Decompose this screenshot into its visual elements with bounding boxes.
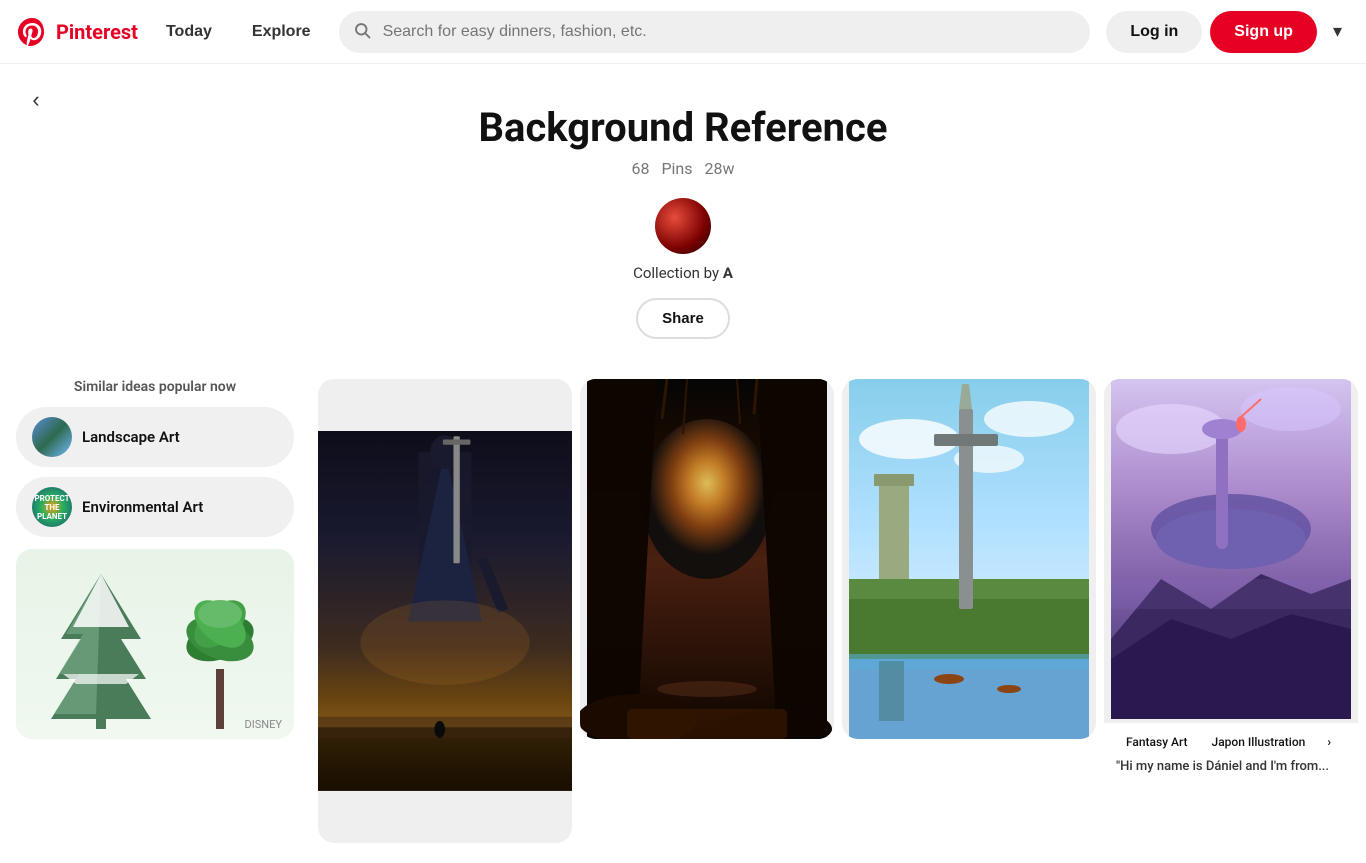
env-thumb-image: PROTECT THE PLANET: [32, 487, 72, 527]
disney-credit: DISNEY: [245, 718, 282, 731]
search-icon: [353, 21, 371, 43]
avatar-wrap: [20, 198, 1346, 254]
similar-item-landscape[interactable]: Landscape Art: [16, 407, 294, 467]
logo[interactable]: Pinterest: [16, 16, 138, 48]
pinterest-wordmark: Pinterest: [56, 20, 138, 44]
time-ago: 28w: [704, 159, 734, 178]
trees-illustration: DISNEY: [16, 549, 294, 739]
collection-meta: 68 Pins 28w: [20, 159, 1346, 178]
snowy-tree-icon: [51, 569, 151, 729]
similar-ideas-heading: Similar ideas popular now: [16, 379, 294, 395]
avatar-image: [655, 198, 711, 254]
pin-column-1: Fantasy Concept Art Fantasy Charac › D&D…: [318, 379, 572, 843]
pin-tag-more-4[interactable]: ›: [1319, 731, 1339, 753]
share-button[interactable]: Share: [636, 298, 730, 339]
pins-label: Pins: [661, 159, 692, 178]
header-right: Log in Sign up ▾: [1106, 11, 1350, 53]
pin-card-3[interactable]: [842, 379, 1096, 739]
collection-by-label: Collection by: [633, 264, 719, 282]
main-content: Background Reference 68 Pins 28w Collect…: [0, 0, 1366, 863]
login-button[interactable]: Log in: [1106, 11, 1202, 53]
sidebar-trees-image: DISNEY: [16, 549, 294, 739]
landscape-art-label: Landscape Art: [82, 428, 180, 446]
landscape-art-thumb: [32, 417, 72, 457]
collection-title: Background Reference: [20, 104, 1346, 151]
environmental-art-label: Environmental Art: [82, 498, 203, 516]
pin-tag-fantasy-art[interactable]: Fantasy Art: [1116, 731, 1198, 753]
header: Pinterest Today Explore Log in Sign up ▾: [0, 0, 1366, 64]
search-bar: [339, 11, 1091, 53]
avatar[interactable]: [655, 198, 711, 254]
environmental-art-thumb: PROTECT THE PLANET: [32, 487, 72, 527]
landscape-thumb-image: [32, 417, 72, 457]
back-button[interactable]: ‹: [16, 80, 56, 120]
signup-button[interactable]: Sign up: [1210, 11, 1317, 53]
pin-column-2: [580, 379, 834, 843]
content-area: Similar ideas popular now Landscape Art …: [0, 359, 1366, 863]
pinterest-logo-icon: [16, 16, 48, 48]
nav-today-button[interactable]: Today: [154, 15, 224, 49]
pins-count: 68: [631, 159, 649, 178]
pin-card-4[interactable]: Fantasy Art Japon Illustration › "Hi my …: [1104, 379, 1358, 786]
pin-4-tags: Fantasy Art Japon Illustration ›: [1116, 731, 1346, 753]
author-name[interactable]: A: [723, 264, 733, 282]
search-input[interactable]: [339, 11, 1091, 53]
pin-column-3: [842, 379, 1096, 843]
pins-grid: Fantasy Concept Art Fantasy Charac › D&D…: [310, 379, 1366, 843]
chevron-down-icon[interactable]: ▾: [1325, 13, 1350, 50]
pin-card-1[interactable]: Fantasy Concept Art Fantasy Charac › D&D…: [318, 379, 572, 843]
collection-header: Background Reference 68 Pins 28w Collect…: [0, 64, 1366, 359]
collection-by: Collection by A: [20, 264, 1346, 282]
sidebar: Similar ideas popular now Landscape Art …: [0, 379, 310, 843]
pin-column-4: Fantasy Art Japon Illustration › "Hi my …: [1104, 379, 1358, 843]
nav-explore-button[interactable]: Explore: [240, 15, 323, 49]
pin-tag-japon[interactable]: Japon Illustration: [1202, 731, 1316, 753]
tropical-plant-icon: [180, 589, 260, 729]
pin-card-2[interactable]: [580, 379, 834, 739]
similar-item-environmental[interactable]: PROTECT THE PLANET Environmental Art: [16, 477, 294, 537]
